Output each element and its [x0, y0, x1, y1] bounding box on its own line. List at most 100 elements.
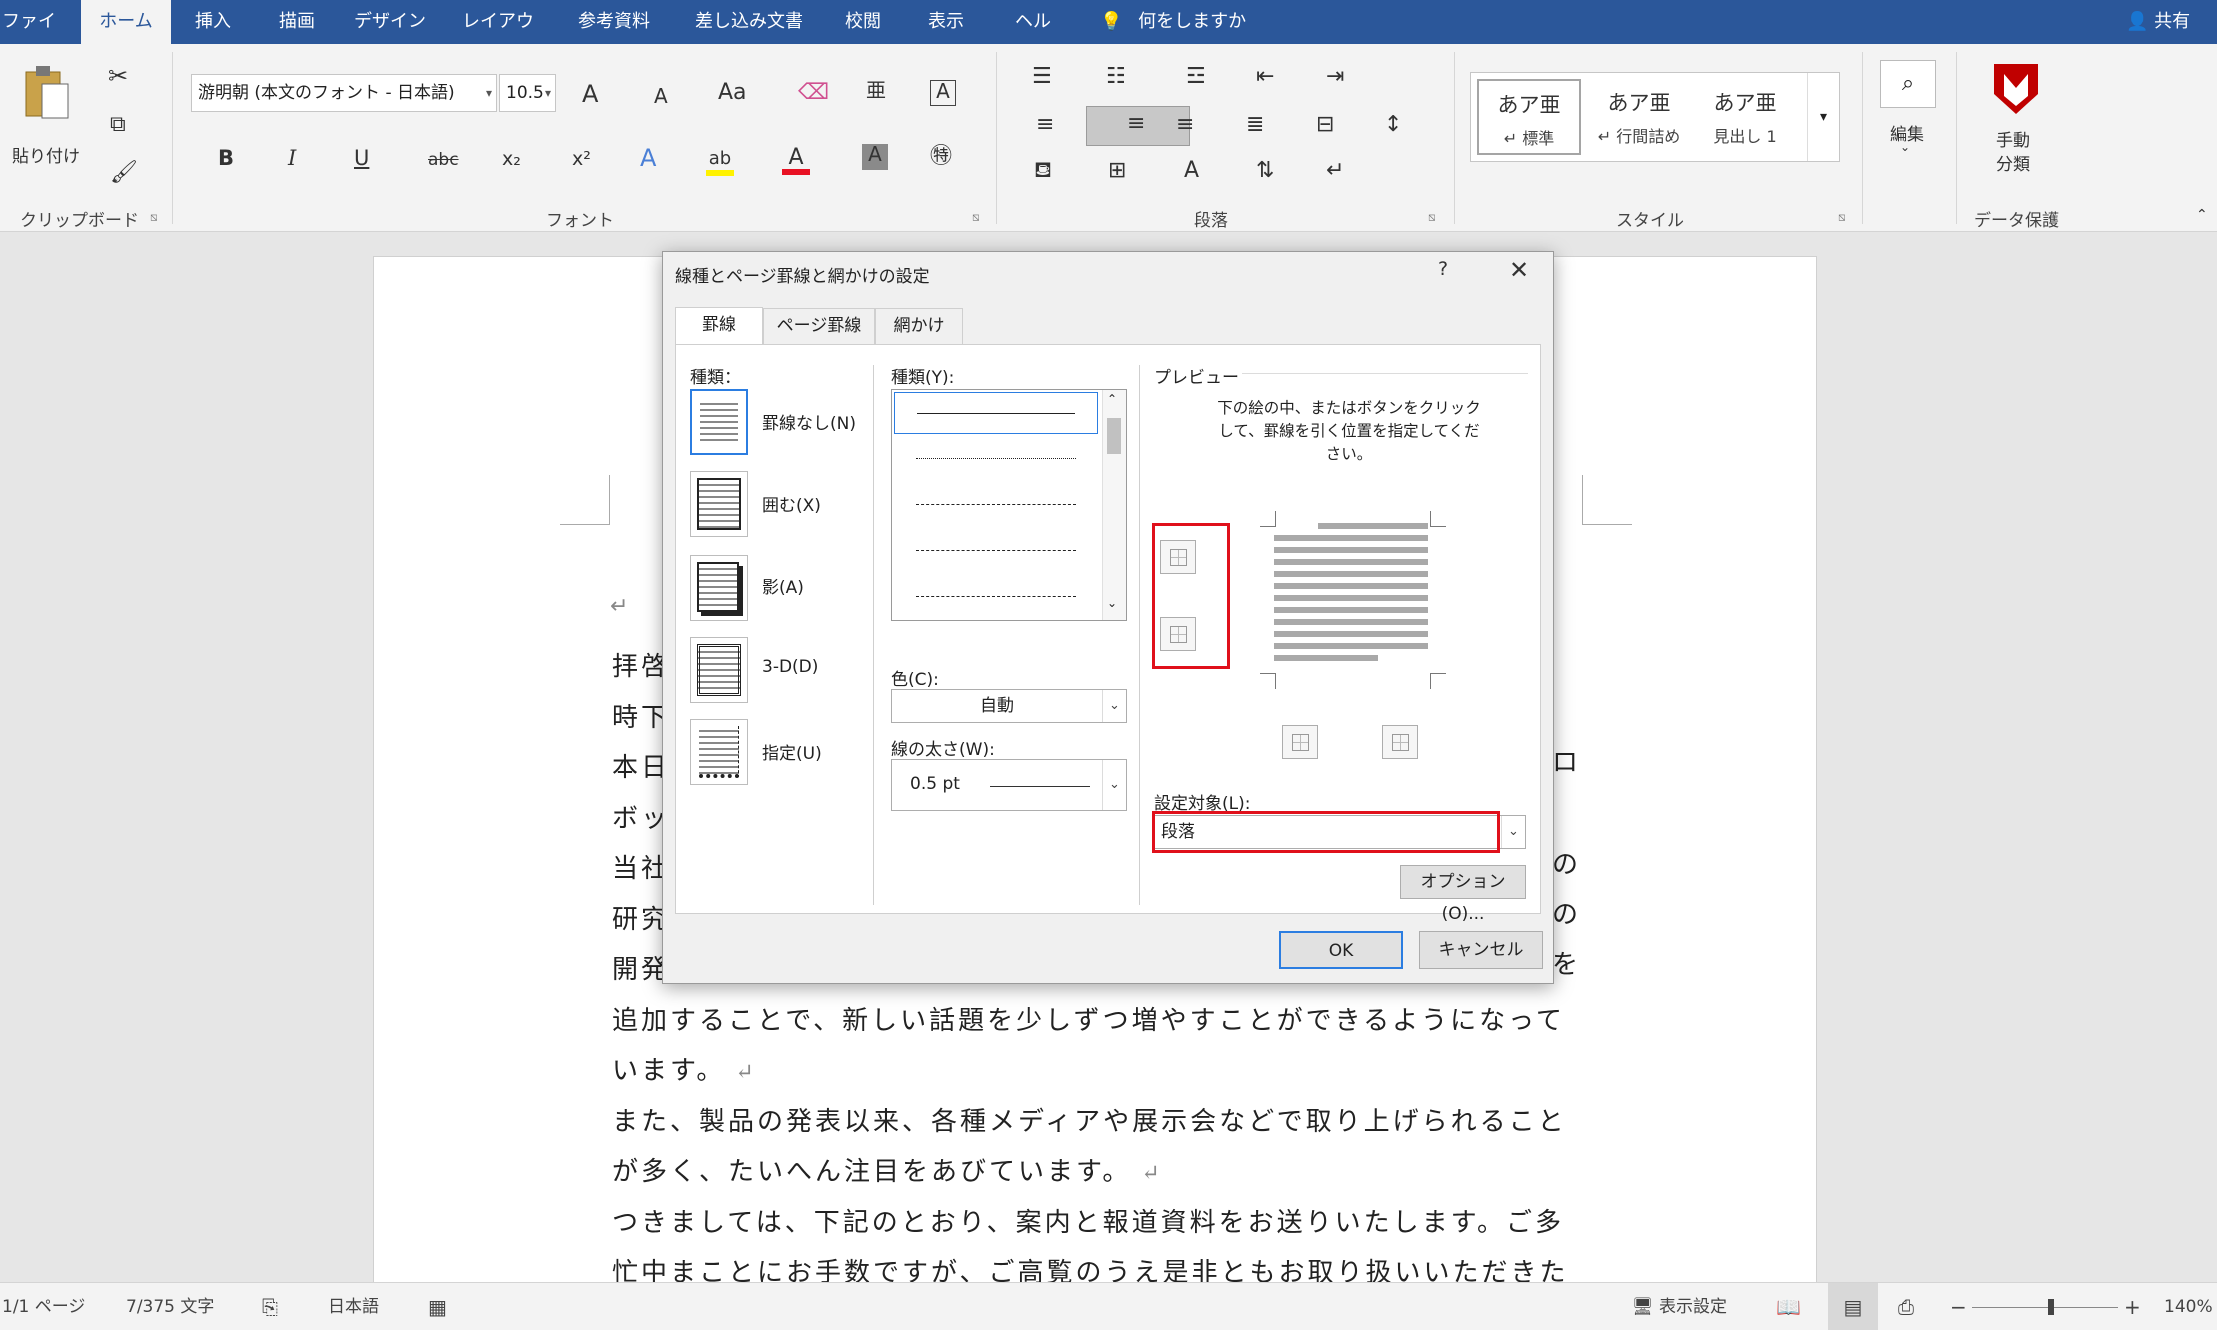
web-layout-icon[interactable]: ⎙ — [1898, 1283, 1914, 1330]
text-effects-icon[interactable]: A — [640, 146, 656, 170]
paste-button[interactable]: 貼り付け — [8, 60, 80, 170]
setting-custom-icon[interactable] — [690, 719, 748, 785]
line-style-dash[interactable] — [894, 530, 1098, 572]
decrease-indent-icon[interactable]: ⇤ — [1256, 66, 1274, 88]
show-marks-icon[interactable]: ↵ — [1326, 160, 1344, 182]
scissors-icon[interactable]: ✂ — [108, 64, 128, 88]
width-combo[interactable]: 0.5 pt ⌄ — [891, 759, 1127, 811]
scroll-thumb[interactable] — [1107, 418, 1121, 454]
grow-font-icon[interactable]: A — [582, 82, 598, 106]
font-color-icon[interactable]: A — [782, 144, 810, 175]
underline-icon[interactable]: U — [354, 148, 369, 169]
format-painter-icon[interactable]: 🖌 — [110, 162, 138, 184]
asian-layout-icon[interactable]: A — [1184, 160, 1199, 182]
share-button[interactable]: 👤 共有 — [2126, 0, 2190, 44]
zoom-in-icon[interactable]: + — [2124, 1283, 2141, 1330]
line-style-dash-dot[interactable] — [894, 576, 1098, 618]
tab-page-border[interactable]: ページ罫線 — [763, 308, 875, 344]
display-settings-button[interactable]: 🖥 表示設定 — [1632, 1283, 1727, 1330]
styles-launcher-icon[interactable]: ⧅ — [1838, 210, 1846, 225]
scroll-up-icon[interactable]: ⌃ — [1107, 392, 1117, 406]
shading-icon[interactable]: ⛾ — [1034, 160, 1052, 182]
tab-view[interactable]: 表示 — [921, 0, 971, 44]
zoom-out-icon[interactable]: − — [1950, 1283, 1967, 1330]
setting-shadow-label[interactable]: 影(A) — [762, 573, 804, 598]
zoom-slider-thumb[interactable] — [2048, 1299, 2054, 1315]
page-count[interactable]: 1/1 ページ — [2, 1283, 85, 1330]
style-scrollbar[interactable]: ⌃ ⌄ — [1102, 390, 1126, 620]
setting-none-label[interactable]: 罫線なし(N) — [762, 409, 856, 434]
justify-icon[interactable]: ≣ — [1246, 114, 1264, 136]
left-border-button[interactable] — [1282, 725, 1318, 759]
superscript-icon[interactable]: x² — [572, 150, 591, 169]
ok-button[interactable]: OK — [1279, 931, 1403, 969]
increase-indent-icon[interactable]: ⇥ — [1326, 66, 1344, 88]
tab-file[interactable]: ファイル — [0, 0, 58, 76]
help-icon[interactable]: ? — [1438, 258, 1448, 280]
word-count[interactable]: 7/375 文字 — [126, 1283, 214, 1330]
align-center-button[interactable]: ≡ — [1086, 106, 1190, 146]
numbering-icon[interactable]: ☷ — [1106, 66, 1126, 88]
shrink-font-icon[interactable]: A — [654, 86, 668, 106]
distributed-icon[interactable]: ⊟ — [1316, 114, 1334, 136]
tab-review[interactable]: 校閲 — [838, 0, 888, 44]
setting-3d-label[interactable]: 3-D(D) — [762, 657, 818, 677]
setting-box-label[interactable]: 囲む(X) — [762, 491, 821, 516]
print-layout-icon[interactable]: ▤ — [1828, 1283, 1878, 1330]
tab-insert[interactable]: 挿入 — [188, 0, 238, 44]
setting-3d-icon[interactable] — [690, 637, 748, 703]
line-style-fine-dash[interactable] — [894, 484, 1098, 526]
tab-help[interactable]: ヘルプ — [1007, 0, 1059, 76]
tab-references[interactable]: 参考資料 — [572, 0, 656, 44]
cancel-button[interactable]: キャンセル — [1419, 931, 1543, 969]
preview-paragraph[interactable] — [1274, 523, 1428, 673]
tab-design[interactable]: デザイン — [354, 0, 426, 44]
setting-box-icon[interactable] — [690, 471, 748, 537]
tab-mailings[interactable]: 差し込み文書 — [692, 0, 806, 44]
copy-icon[interactable]: ⧉ — [110, 114, 126, 136]
line-style-solid[interactable] — [894, 392, 1098, 434]
italic-icon[interactable]: I — [288, 148, 296, 169]
language-indicator[interactable]: 日本語 — [328, 1283, 379, 1330]
tab-home[interactable]: ホーム — [81, 0, 171, 44]
tab-draw[interactable]: 描画 — [272, 0, 322, 44]
style-item[interactable]: あア亜 ↵ 行間詰め — [1587, 79, 1691, 155]
right-border-button[interactable] — [1382, 725, 1418, 759]
tab-borders[interactable]: 罫線 — [675, 307, 763, 345]
style-gallery-more-icon[interactable]: ▾ — [1807, 73, 1839, 161]
align-left-icon[interactable]: ≡ — [1036, 114, 1054, 136]
editing-button[interactable]: ⌕ 編集 ⌄ — [1876, 54, 1940, 164]
tab-layout[interactable]: レイアウト — [456, 0, 540, 76]
setting-none-icon[interactable] — [690, 389, 748, 455]
setting-shadow-icon[interactable] — [690, 555, 748, 621]
strikethrough-icon[interactable]: abc — [428, 152, 459, 169]
character-border-icon[interactable]: A — [930, 80, 956, 106]
manual-classify-button[interactable]: 手動 分類 — [1974, 54, 2058, 204]
line-style-list[interactable]: ⌃ ⌄ — [891, 389, 1127, 621]
bold-icon[interactable]: B — [218, 148, 234, 169]
align-right-icon[interactable]: ≡ — [1176, 114, 1194, 136]
clear-formatting-icon[interactable]: ⌫ — [798, 82, 829, 104]
highlight-icon[interactable]: ab — [706, 144, 734, 176]
multilevel-list-icon[interactable]: ☲ — [1186, 66, 1206, 88]
bullets-icon[interactable]: ☰ — [1032, 66, 1052, 88]
tell-me-box[interactable]: 💡 何をしますか — [1100, 0, 1246, 44]
character-shading-icon[interactable]: A — [862, 144, 888, 170]
color-combo[interactable]: 自動 ⌄ — [891, 689, 1127, 723]
style-item[interactable]: あア亜 見出し 1 — [1693, 79, 1797, 155]
font-size-combo[interactable]: 10.5 ▾ — [499, 74, 556, 112]
tab-shading[interactable]: 網かけ — [875, 308, 963, 344]
proofing-icon[interactable]: ⎘ — [262, 1283, 278, 1330]
font-launcher-icon[interactable]: ⧅ — [972, 210, 980, 225]
paragraph-launcher-icon[interactable]: ⧅ — [1428, 210, 1436, 225]
change-case-icon[interactable]: Aa — [718, 82, 747, 104]
clipboard-launcher-icon[interactable]: ⧅ — [150, 210, 158, 225]
phonetic-guide-icon[interactable]: 亜 — [866, 80, 886, 100]
font-name-combo[interactable]: 游明朝 (本文のフォント - 日本語) ▾ — [191, 74, 497, 112]
scroll-down-icon[interactable]: ⌄ — [1107, 596, 1117, 610]
collapse-ribbon-icon[interactable]: ⌃ — [2196, 208, 2208, 222]
borders-icon[interactable]: ⊞ — [1108, 160, 1126, 182]
accessibility-icon[interactable]: ▦ — [428, 1283, 447, 1330]
sort-icon[interactable]: ⇅ — [1256, 160, 1274, 182]
options-button[interactable]: オプション(O)... — [1400, 865, 1526, 924]
